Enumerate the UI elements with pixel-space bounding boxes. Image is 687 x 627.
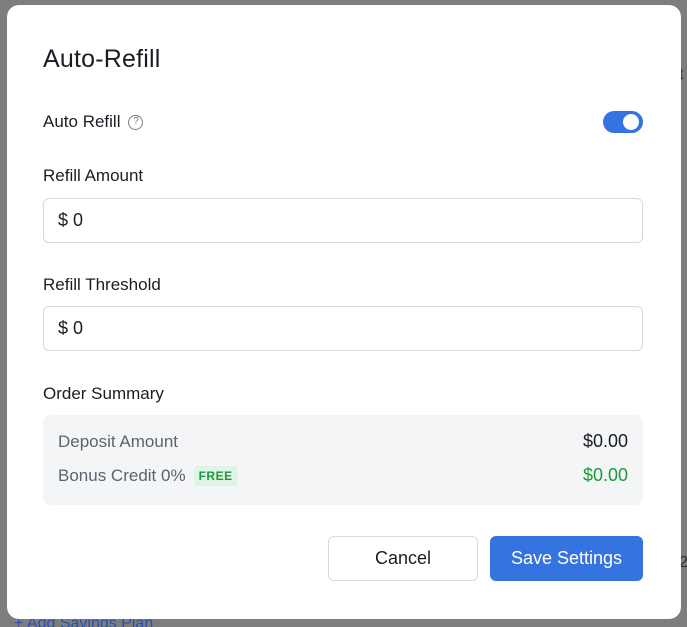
- dialog-title: Auto-Refill: [43, 45, 161, 73]
- currency-symbol: $: [58, 210, 69, 230]
- deposit-value: $0.00: [582, 431, 628, 451]
- auto-refill-row: Auto Refill ?: [43, 109, 643, 135]
- refill-amount-label: Refill Amount: [43, 166, 144, 185]
- refill-threshold-input[interactable]: $ 0: [43, 306, 643, 351]
- currency-symbol: $: [58, 318, 69, 338]
- auto-refill-label: Auto Refill: [43, 112, 121, 131]
- bonus-row: Bonus Credit 0% FREE $0.00: [58, 465, 628, 486]
- refill-amount-value: 0: [73, 210, 84, 230]
- auto-refill-toggle[interactable]: [603, 111, 643, 133]
- order-summary-panel: Deposit Amount $0.00 Bonus Credit 0% FRE…: [43, 415, 643, 505]
- bonus-label: Bonus Credit 0%: [58, 465, 186, 485]
- refill-threshold-label: Refill Threshold: [43, 275, 161, 294]
- question-circle-icon[interactable]: ?: [128, 114, 144, 130]
- auto-refill-dialog: Auto-Refill Auto Refill ? Refill Amount …: [7, 5, 681, 619]
- cancel-button[interactable]: Cancel: [328, 536, 478, 581]
- bonus-label-group: Bonus Credit 0% FREE: [58, 465, 238, 486]
- toggle-knob: [623, 114, 639, 130]
- auto-refill-label-group: Auto Refill ?: [43, 112, 144, 132]
- deposit-row: Deposit Amount $0.00: [58, 431, 628, 452]
- save-settings-button[interactable]: Save Settings: [490, 536, 643, 581]
- bonus-value: $0.00: [582, 465, 628, 485]
- refill-amount-input[interactable]: $ 0: [43, 198, 643, 243]
- order-summary-label: Order Summary: [43, 384, 164, 403]
- deposit-label: Deposit Amount: [58, 431, 179, 451]
- refill-threshold-value: 0: [73, 318, 84, 338]
- free-badge: FREE: [193, 465, 238, 486]
